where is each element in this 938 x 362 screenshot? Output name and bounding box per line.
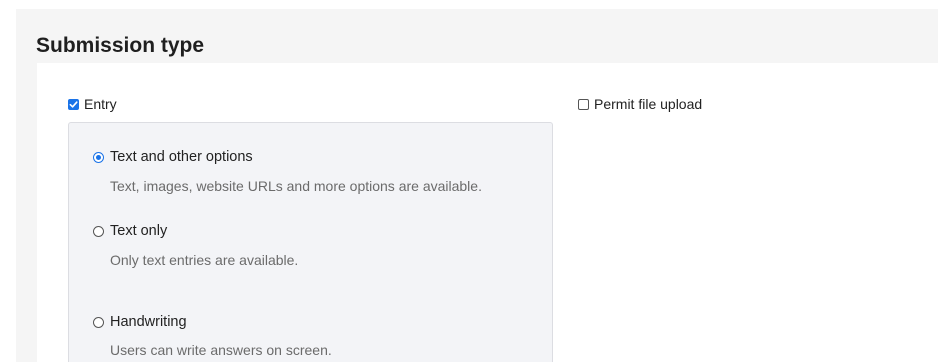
radio-button[interactable] — [93, 316, 104, 328]
radio-button-selected[interactable] — [93, 151, 104, 163]
radio-text-and-other-options[interactable]: Text and other options — [93, 149, 253, 165]
option-description: Text, images, website URLs and more opti… — [110, 178, 482, 194]
section-title: Submission type — [36, 34, 205, 57]
permit-file-upload-checkbox[interactable] — [578, 98, 589, 110]
checkmark-icon — [69, 100, 78, 108]
entry-checkbox-row[interactable]: Entry — [68, 96, 117, 112]
permit-file-upload-checkbox-row[interactable]: Permit file upload — [578, 96, 702, 112]
permit-file-upload-label: Permit file upload — [594, 96, 703, 112]
entry-checkbox[interactable] — [68, 98, 79, 110]
option-label: Text only — [110, 223, 168, 239]
entry-checkbox-label: Entry — [84, 96, 117, 112]
radio-button[interactable] — [93, 225, 104, 237]
option-label: Handwriting — [110, 314, 187, 330]
radio-text-only[interactable]: Text only — [93, 223, 167, 239]
radio-handwriting[interactable]: Handwriting — [93, 314, 187, 330]
option-description: Only text entries are available. — [110, 252, 299, 268]
option-label: Text and other options — [110, 149, 253, 165]
option-description: Users can write answers on screen. — [110, 342, 332, 358]
